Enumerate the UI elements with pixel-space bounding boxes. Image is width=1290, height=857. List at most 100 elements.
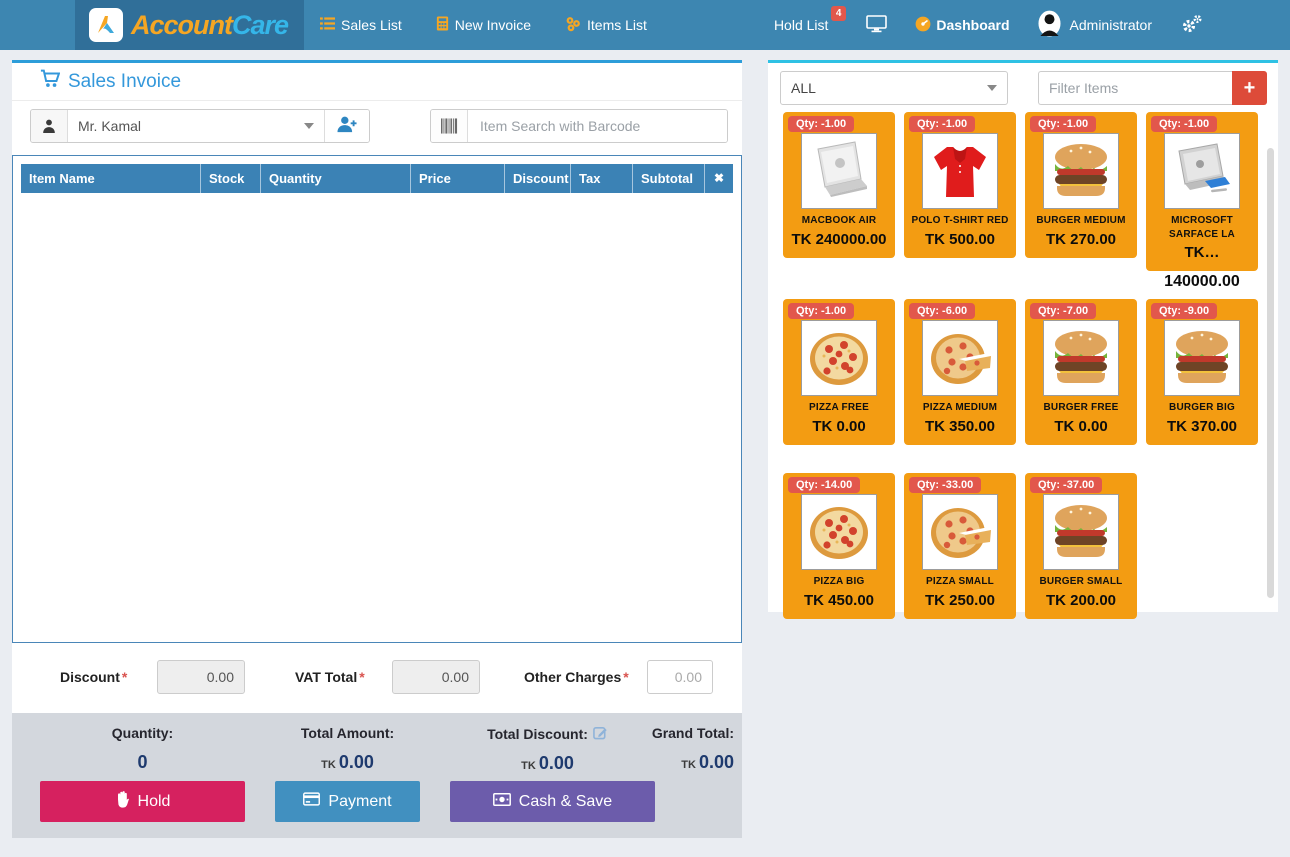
pizza-cut-image [922, 320, 998, 396]
user-menu[interactable]: Administrator [1038, 10, 1152, 40]
brand-logo[interactable]: AccountCare [75, 0, 304, 50]
qty-badge: Qty: -1.00 [1030, 116, 1096, 132]
credit-card-icon [303, 792, 320, 811]
barcode-icon [431, 110, 468, 142]
add-person-icon [336, 115, 358, 138]
hold-list-button[interactable]: Hold List 4 [774, 17, 838, 33]
pizza-image [801, 320, 877, 396]
product-name: PIZZA BIG [783, 575, 895, 589]
nav-sales-list[interactable]: Sales List [320, 16, 402, 34]
qty-badge: Qty: -1.00 [788, 303, 854, 319]
burger-image [1043, 494, 1119, 570]
product-price: TK 200.00 [1025, 591, 1137, 611]
tshirt-image [922, 133, 998, 209]
qty-badge: Qty: -1.00 [788, 116, 854, 132]
top-navbar: AccountCare Sales List New Invoice Items… [0, 0, 1290, 50]
grand-total-value: TK0.00 [574, 752, 734, 773]
nav-items-list[interactable]: Items List [565, 16, 647, 35]
filter-items-input[interactable] [1038, 71, 1232, 105]
other-charges-input[interactable] [647, 660, 713, 694]
column-header: Quantity [261, 164, 411, 193]
grand-total-label: Grand Total: [652, 725, 734, 741]
quantity-value: 0 [40, 752, 245, 773]
qty-badge: Qty: -1.00 [909, 116, 975, 132]
invoice-table-header: Item NameStockQuantityPriceDiscountTaxSu… [21, 164, 733, 193]
other-charges-label: Other Charges* [524, 669, 629, 685]
column-header: Stock [201, 164, 261, 193]
invoice-summary-bar: Quantity: 0 Total Amount: TK0.00 Total D… [12, 713, 742, 838]
product-card[interactable]: Qty: -9.00BURGER BIGTK 370.00 [1146, 299, 1258, 445]
product-name: BURGER FREE [1025, 401, 1137, 415]
burger-image [1043, 320, 1119, 396]
invoice-items-table: Item NameStockQuantityPriceDiscountTaxSu… [12, 155, 742, 643]
discount-input[interactable] [157, 660, 245, 694]
product-price: TK 270.00 [1025, 230, 1137, 250]
qty-badge: Qty: -6.00 [909, 303, 975, 319]
qty-badge: Qty: -9.00 [1151, 303, 1217, 319]
barcode-search-group [430, 109, 728, 143]
product-card[interactable]: Qty: -14.00 PIZZA BIG TK 450.00 [783, 473, 895, 619]
catalog-scrollbar[interactable] [1267, 148, 1274, 598]
avatar [1038, 10, 1061, 40]
product-card[interactable]: Qty: -37.00BURGER SMALLTK 200.00 [1025, 473, 1137, 619]
product-card[interactable]: Qty: -6.00 PIZZA MEDIUM TK 350.00 [904, 299, 1016, 445]
burger-image [1164, 320, 1240, 396]
total-amount-value: TK0.00 [275, 752, 420, 773]
remove-column-icon: ✖ [705, 164, 733, 193]
product-price: TK 0.00 [783, 417, 895, 437]
product-name: BURGER BIG [1146, 401, 1258, 415]
product-name: PIZZA MEDIUM [904, 401, 1016, 415]
product-price: TK 0.00 [1025, 417, 1137, 437]
qty-badge: Qty: -33.00 [909, 477, 981, 493]
add-item-button[interactable]: + [1232, 71, 1267, 105]
product-card[interactable]: Qty: -1.00POLO T-SHIRT REDTK 500.00 [904, 112, 1016, 258]
product-name: MACBOOK AIR [783, 214, 895, 228]
nav-new-invoice[interactable]: New Invoice [436, 16, 531, 34]
product-card[interactable]: Qty: -33.00 PIZZA SMALL TK 250.00 [904, 473, 1016, 619]
product-card[interactable]: Qty: -1.00MICROSOFT SARFACE LATK…140000.… [1146, 112, 1258, 271]
cash-save-button[interactable]: Cash & Save [450, 781, 655, 822]
list-icon [320, 16, 335, 34]
discount-label: Discount* [60, 669, 127, 685]
category-select[interactable]: ALL [780, 71, 1008, 105]
cart-icon [40, 69, 60, 94]
product-card[interactable]: Qty: -1.00MACBOOK AIRTK 240000.00 [783, 112, 895, 258]
column-header: Item Name [21, 164, 201, 193]
add-customer-button[interactable] [324, 110, 369, 142]
product-card[interactable]: Qty: -7.00 BURGER FREE TK 0.00 [1025, 299, 1137, 445]
barcode-search-input[interactable] [468, 110, 727, 142]
product-card[interactable]: Qty: -1.00PIZZA FREETK 0.00 [783, 299, 895, 445]
quantity-label: Quantity: [112, 725, 173, 741]
product-price-overflow: 140000.00 [1140, 271, 1264, 291]
vat-total-input[interactable] [392, 660, 480, 694]
customer-select[interactable]: Mr. Kamal [68, 110, 324, 142]
monitor-icon[interactable] [866, 15, 887, 36]
items-icon [565, 16, 581, 35]
accountcare-logo-icon [89, 8, 123, 42]
burger-image [1043, 133, 1119, 209]
product-grid: Qty: -1.00MACBOOK AIRTK 240000.00Qty: -1… [783, 112, 1267, 619]
qty-badge: Qty: -37.00 [1030, 477, 1102, 493]
product-card[interactable]: Qty: -1.00BURGER MEDIUMTK 270.00 [1025, 112, 1137, 258]
product-price: TK 450.00 [783, 591, 895, 611]
settings-gears-icon[interactable] [1180, 14, 1204, 37]
sales-invoice-panel: Sales Invoice Mr. Kamal Item NameStockQu… [12, 60, 742, 838]
product-name: PIZZA SMALL [904, 575, 1016, 589]
hold-button[interactable]: Hold [40, 781, 245, 822]
vat-total-label: VAT Total* [295, 669, 365, 685]
product-catalog-panel: ALL + Qty: -1.00MACBOOK AIRTK 240000.00Q… [768, 60, 1278, 612]
column-header: Discount [505, 164, 571, 193]
qty-badge: Qty: -14.00 [788, 477, 860, 493]
chevron-down-icon [987, 85, 997, 91]
payment-button[interactable]: Payment [275, 781, 420, 822]
product-price: TK 250.00 [904, 591, 1016, 611]
pizza-cut-image [922, 494, 998, 570]
nav-dashboard[interactable]: Dashboard [915, 16, 1009, 35]
qty-badge: Qty: -7.00 [1030, 303, 1096, 319]
product-price: TK… [1146, 243, 1258, 263]
product-price: TK 350.00 [904, 417, 1016, 437]
qty-badge: Qty: -1.00 [1151, 116, 1217, 132]
dashboard-icon [915, 16, 931, 35]
product-name: POLO T-SHIRT RED [904, 214, 1016, 228]
calculator-icon [436, 16, 449, 34]
